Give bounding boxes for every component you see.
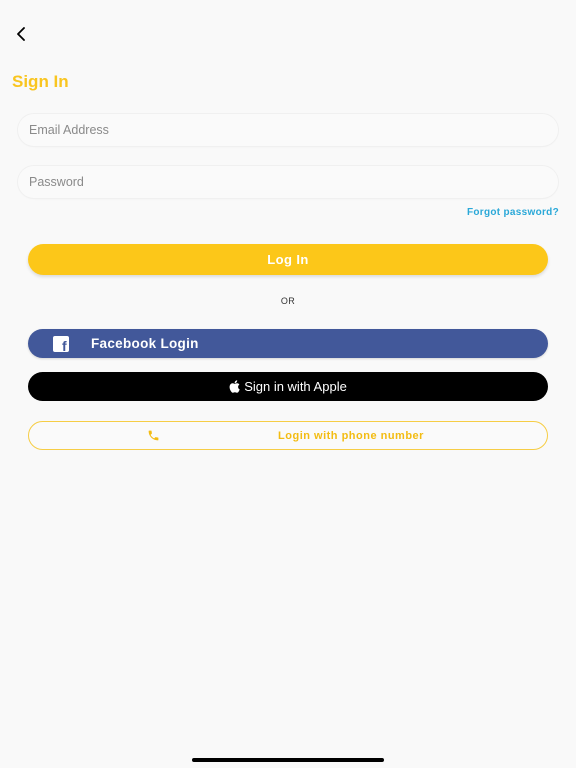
email-field-container bbox=[18, 114, 558, 146]
facebook-icon: f bbox=[53, 335, 69, 353]
password-field[interactable] bbox=[29, 175, 558, 189]
facebook-login-button[interactable]: f Facebook Login bbox=[28, 329, 548, 358]
apple-signin-label: Sign in with Apple bbox=[244, 379, 347, 394]
page-title: Sign In bbox=[12, 72, 69, 91]
phone-login-label: Login with phone number bbox=[278, 429, 424, 442]
apple-signin-button[interactable]: Sign in with Apple bbox=[28, 372, 548, 401]
forgot-password-link[interactable]: Forgot password? bbox=[467, 207, 559, 218]
status-bar bbox=[0, 0, 576, 14]
or-divider: OR bbox=[280, 296, 296, 306]
email-field[interactable] bbox=[29, 123, 558, 137]
login-button-label: Log In bbox=[267, 252, 309, 267]
chevron-left-icon bbox=[17, 27, 25, 41]
phone-login-button[interactable]: Login with phone number bbox=[28, 421, 548, 450]
login-button[interactable]: Log In bbox=[28, 244, 548, 275]
back-button[interactable] bbox=[10, 24, 32, 44]
home-indicator bbox=[192, 758, 384, 762]
apple-icon bbox=[229, 380, 240, 393]
password-field-container bbox=[18, 166, 558, 198]
facebook-login-label: Facebook Login bbox=[91, 336, 199, 351]
phone-icon bbox=[147, 429, 160, 442]
